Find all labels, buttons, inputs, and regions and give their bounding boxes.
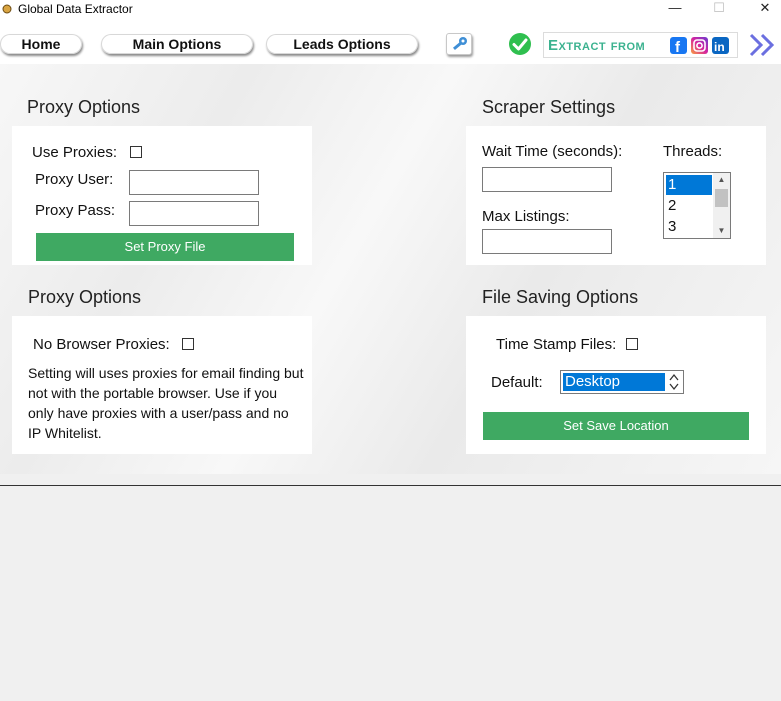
key-button[interactable] xyxy=(446,33,472,55)
max-listings-label: Max Listings: xyxy=(482,208,570,225)
close-button[interactable]: ✕ xyxy=(742,0,781,18)
browser-proxy-note: Setting will uses proxies for email find… xyxy=(28,365,304,441)
leads-options-button[interactable]: Leads Options xyxy=(266,34,418,54)
content-divider xyxy=(0,485,781,486)
no-browser-proxies-checkbox[interactable] xyxy=(182,338,194,350)
time-stamp-files-checkbox[interactable] xyxy=(626,338,638,350)
key-icon xyxy=(452,37,467,51)
extract-from-text: Extract from xyxy=(548,37,646,54)
scroll-up-icon[interactable]: ▲ xyxy=(713,173,730,187)
threads-option-2[interactable]: 2 xyxy=(666,196,712,216)
scroll-down-icon[interactable]: ▼ xyxy=(713,224,730,238)
use-proxies-label: Use Proxies: xyxy=(32,144,118,161)
threads-label: Threads: xyxy=(663,143,723,160)
time-stamp-files-label: Time Stamp Files: xyxy=(496,336,617,353)
title-bar: Global Data Extractor — ☐ ✕ xyxy=(0,0,781,30)
toolbar: Home Main Options Leads Options Extract … xyxy=(0,30,781,64)
proxy-pass-input[interactable] xyxy=(129,201,259,226)
use-proxies-checkbox[interactable] xyxy=(130,146,142,158)
set-save-location-button[interactable]: Set Save Location xyxy=(483,412,749,440)
app-icon xyxy=(2,4,12,14)
proxy-pass-label: Proxy Pass: xyxy=(35,202,116,219)
spinner-arrows-icon[interactable] xyxy=(667,372,681,392)
proxy-user-input[interactable] xyxy=(129,170,259,195)
svg-text:in: in xyxy=(714,40,725,54)
file-saving-options-heading: File Saving Options xyxy=(482,287,639,307)
check-circle-icon xyxy=(509,33,531,55)
maximize-button[interactable]: ☐ xyxy=(696,0,742,18)
browser-proxy-options-heading: Proxy Options xyxy=(28,287,142,307)
window-title: Global Data Extractor xyxy=(18,2,133,16)
max-listings-input[interactable] xyxy=(482,229,612,254)
default-location-value[interactable]: Desktop xyxy=(563,373,665,391)
double-chevron-right-icon[interactable] xyxy=(748,32,778,58)
default-location-label: Default: xyxy=(491,374,543,391)
main-options-button[interactable]: Main Options xyxy=(101,34,253,54)
no-browser-proxies-label: No Browser Proxies: xyxy=(33,336,170,353)
threads-option-3[interactable]: 3 xyxy=(666,217,712,237)
home-button[interactable]: Home xyxy=(0,34,82,54)
scroll-thumb[interactable] xyxy=(715,189,728,207)
proxy-options-heading: Proxy Options xyxy=(27,97,141,117)
svg-text:f: f xyxy=(675,39,681,54)
threads-scrollbar[interactable]: ▲ ▼ xyxy=(713,173,730,238)
linkedin-icon: in xyxy=(712,37,729,54)
scraper-settings-heading: Scraper Settings xyxy=(482,97,616,117)
threads-option-1[interactable]: 1 xyxy=(666,175,712,195)
instagram-icon xyxy=(691,37,708,54)
facebook-icon: f xyxy=(670,37,687,54)
wait-time-label: Wait Time (seconds): xyxy=(482,143,623,160)
minimize-button[interactable]: — xyxy=(652,0,698,18)
set-proxy-file-button[interactable]: Set Proxy File xyxy=(36,233,294,261)
proxy-user-label: Proxy User: xyxy=(35,171,114,188)
default-location-spinner[interactable]: Desktop xyxy=(560,370,684,394)
extract-from-banner[interactable]: Extract from f in xyxy=(543,32,738,58)
wait-time-input[interactable] xyxy=(482,167,612,192)
threads-listbox[interactable]: 1 2 3 ▲ ▼ xyxy=(663,172,731,239)
